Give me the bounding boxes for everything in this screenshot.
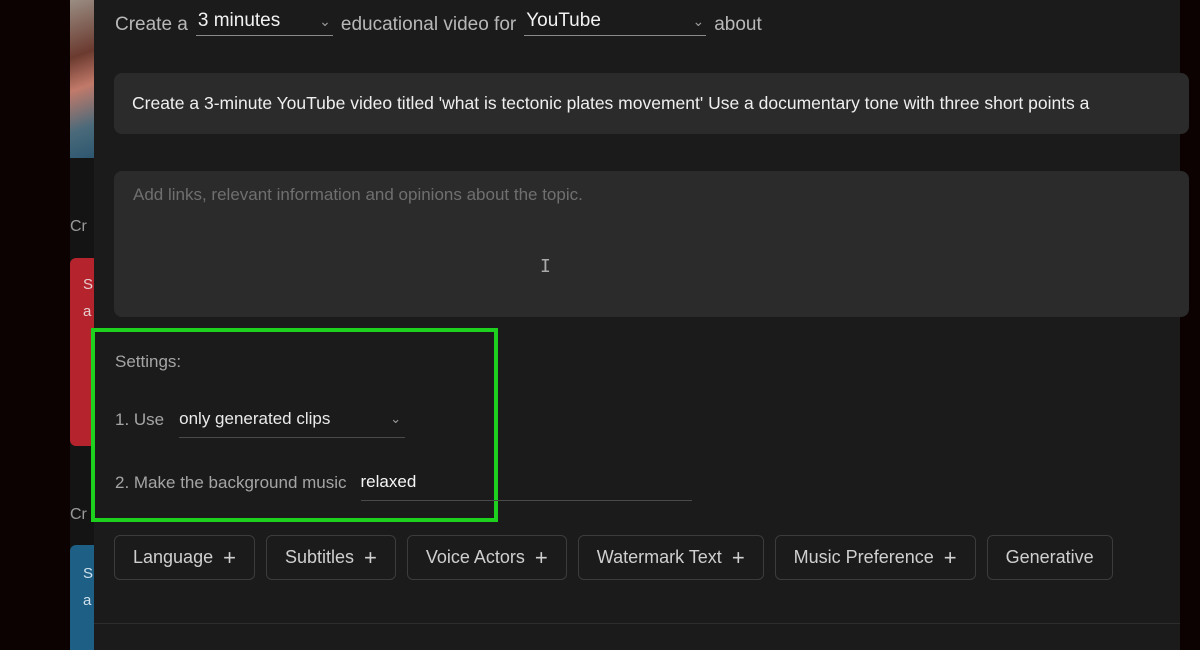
- background-card-letter: S: [83, 565, 94, 582]
- sentence-prefix: Create a: [115, 14, 188, 35]
- chip-label: Watermark Text: [596, 547, 722, 567]
- plus-icon: +: [223, 544, 236, 570]
- video-type-sentence: Create a 3 minutes ⌄ educational video f…: [115, 10, 762, 36]
- chevron-down-icon: ⌄: [319, 12, 331, 29]
- left-backdrop: [0, 0, 70, 650]
- duration-value: 3 minutes: [197, 10, 281, 31]
- clip-source-value: only generated clips: [179, 409, 331, 428]
- sentence-suffix: about: [714, 14, 762, 35]
- plus-icon: +: [943, 544, 957, 570]
- watermark-text-chip[interactable]: Watermark Text +: [577, 535, 764, 580]
- voice-actors-chip[interactable]: Voice Actors +: [406, 535, 567, 580]
- chip-label: Generative: [1005, 547, 1094, 567]
- background-label: Cr: [70, 506, 87, 523]
- plus-icon: +: [364, 544, 377, 570]
- platform-value: YouTube: [526, 10, 601, 31]
- clip-source-label: 1. Use: [115, 409, 165, 429]
- sentence-middle: educational video for: [340, 14, 517, 35]
- background-card-letter: S: [83, 276, 94, 293]
- chevron-down-icon: ⌄: [390, 411, 402, 426]
- chip-label: Subtitles: [284, 547, 354, 567]
- prompt-field[interactable]: Create a 3-minute YouTube video titled '…: [114, 73, 1189, 134]
- background-thumbnail: [70, 0, 94, 158]
- chip-label: Language: [133, 547, 214, 567]
- music-setting: 2. Make the background music relaxed: [115, 468, 692, 501]
- music-preference-chip[interactable]: Music Preference +: [774, 535, 976, 580]
- generative-chip[interactable]: Generative: [986, 535, 1113, 580]
- settings-title: Settings:: [115, 352, 182, 371]
- duration-select[interactable]: 3 minutes ⌄: [195, 10, 333, 36]
- chevron-down-icon: ⌄: [692, 12, 705, 29]
- notes-textarea[interactable]: Add links, relevant information and opin…: [114, 171, 1189, 317]
- chip-label: Voice Actors: [425, 547, 525, 567]
- platform-select[interactable]: YouTube ⌄: [524, 10, 707, 36]
- prompt-text: Create a 3-minute YouTube video titled '…: [132, 93, 1090, 113]
- background-card-letter: a: [83, 592, 92, 609]
- plus-icon: +: [731, 544, 745, 570]
- chip-label: Music Preference: [793, 547, 934, 567]
- music-input[interactable]: relaxed: [360, 472, 692, 501]
- clip-source-setting: 1. Use only generated clips ⌄: [115, 405, 406, 438]
- subtitles-chip[interactable]: Subtitles +: [265, 535, 396, 580]
- option-chips: Language + Subtitles + Voice Actors + Wa…: [114, 535, 1113, 580]
- clip-source-select[interactable]: only generated clips ⌄: [179, 409, 406, 438]
- background-card-letter: a: [83, 303, 92, 320]
- background-label: Cr: [70, 218, 87, 235]
- bottom-divider: [94, 623, 1180, 624]
- music-label: 2. Make the background music: [115, 472, 347, 492]
- text-cursor-icon: I: [540, 256, 551, 277]
- plus-icon: +: [534, 544, 548, 570]
- notes-placeholder: Add links, relevant information and opin…: [133, 185, 583, 204]
- language-chip[interactable]: Language +: [114, 535, 255, 580]
